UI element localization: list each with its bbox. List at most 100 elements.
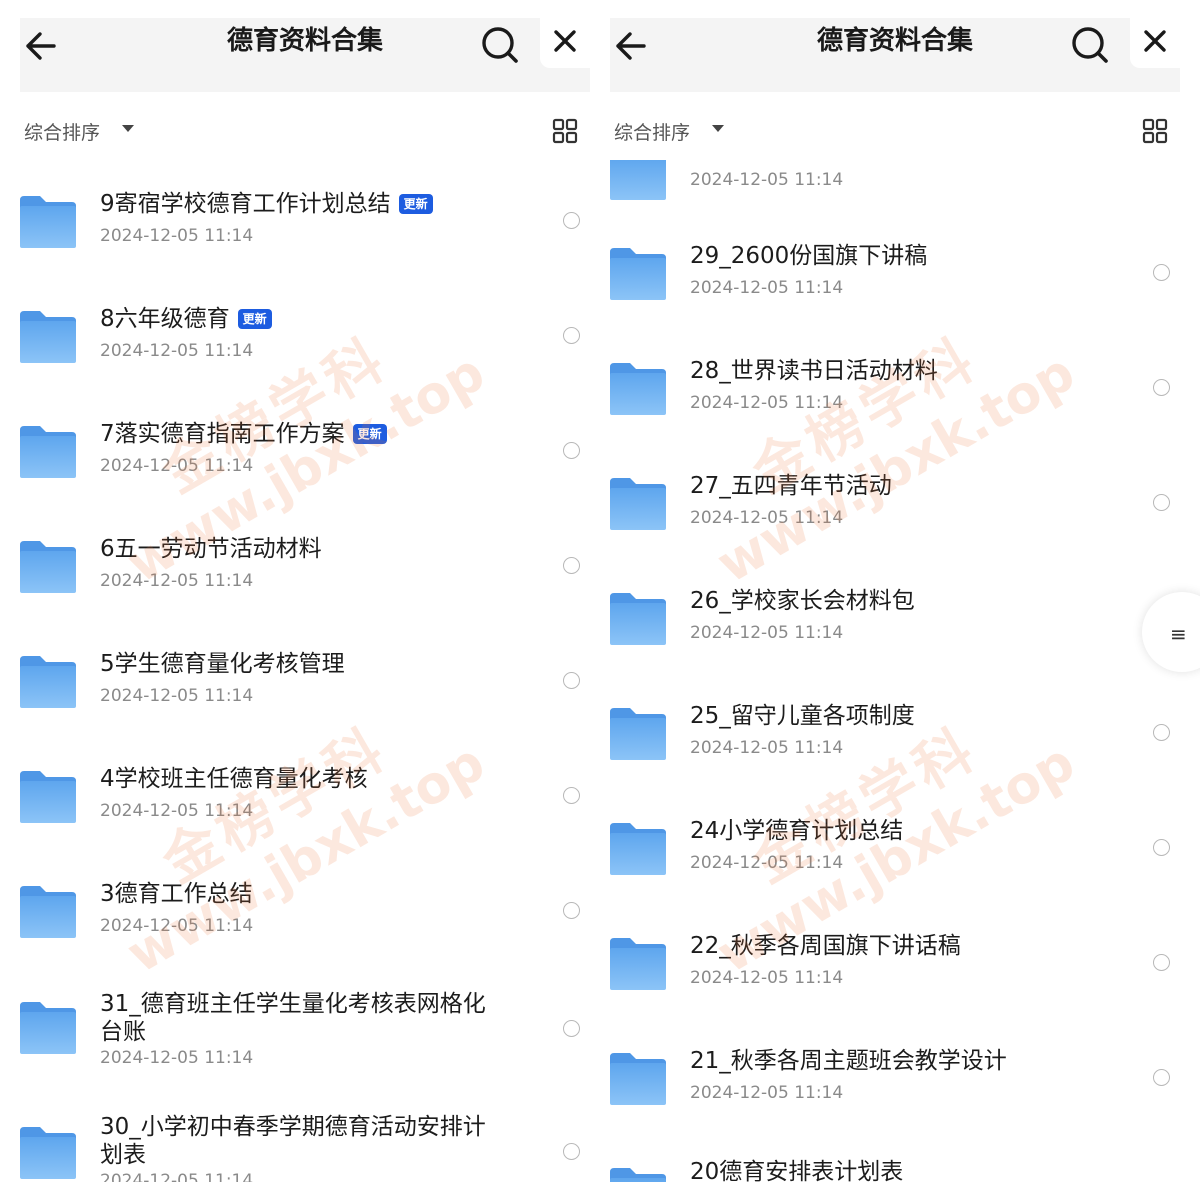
file-name-text: 4学校班主任德育量化考核 [100, 766, 368, 792]
list-item[interactable]: 29_2600份国旗下讲稿 2024-12-05 11:14 [590, 242, 1180, 342]
file-date: 2024-12-05 11:14 [690, 278, 844, 298]
select-radio[interactable] [563, 787, 580, 804]
file-name: 27_五四青年节活动 [690, 472, 1080, 500]
file-name-text: 27_五四青年节活动 [690, 473, 892, 499]
select-radio[interactable] [1153, 264, 1170, 281]
sort-dropdown[interactable]: 综合排序 [614, 118, 690, 145]
file-name-text: 28_世界读书日活动材料 [690, 358, 938, 384]
select-radio[interactable] [1153, 839, 1170, 856]
folder-icon [20, 656, 76, 708]
top-bar: 德育资料合集 [20, 18, 590, 92]
list-item[interactable]: 3德育工作总结 2024-12-05 11:14 [0, 880, 590, 980]
file-list: 9寄宿学校德育工作计划总结 更新 2024-12-05 11:14 8六年级德育 更新 2… [0, 160, 590, 1182]
list-item[interactable]: 28_世界读书日活动材料 2024-12-05 11:14 [590, 357, 1180, 457]
folder-icon [20, 311, 76, 363]
close-button[interactable] [540, 18, 590, 68]
list-item[interactable]: 7落实德育指南工作方案 更新 2024-12-05 11:14 [0, 420, 590, 520]
grid-view-icon[interactable] [552, 118, 578, 144]
list-item[interactable]: 24小学德育计划总结 2024-12-05 11:14 [590, 817, 1180, 917]
list-item[interactable]: 5学生德育量化考核管理 2024-12-05 11:14 [0, 650, 590, 750]
list-item[interactable]: 30_小学初中春季学期德育活动安排计划表 2024-12-05 11:14 [0, 1113, 590, 1182]
select-radio[interactable] [1153, 379, 1170, 396]
file-name-text: 3德育工作总结 [100, 881, 253, 907]
list-menu-icon: ≡ [1170, 622, 1187, 646]
select-radio[interactable] [563, 557, 580, 574]
select-radio[interactable] [563, 902, 580, 919]
list-item[interactable]: 21_秋季各周主题班会教学设计 2024-12-05 11:14 [590, 1047, 1180, 1147]
file-name: 30_小学初中春季学期德育活动安排计划表 [100, 1113, 490, 1169]
search-icon[interactable] [1068, 22, 1112, 66]
list-item[interactable]: 2024-12-05 11:14 [590, 160, 1180, 200]
file-name: 25_留守儿童各项制度 [690, 702, 1080, 730]
select-radio[interactable] [563, 212, 580, 229]
folder-icon [610, 248, 666, 300]
caret-down-icon[interactable] [122, 125, 134, 132]
list-item[interactable]: 26_学校家长会材料包 2024-12-05 11:14 [590, 587, 1180, 687]
sort-dropdown[interactable]: 综合排序 [24, 118, 100, 145]
list-item[interactable]: 27_五四青年节活动 2024-12-05 11:14 [590, 472, 1180, 572]
right-panel: 德育资料合集 综合排序 2024-12-05 11:14 29_2600份国旗下讲… [590, 0, 1180, 1200]
file-name-text: 25_留守儿童各项制度 [690, 703, 915, 729]
select-radio[interactable] [563, 327, 580, 344]
caret-down-icon[interactable] [712, 125, 724, 132]
file-name: 31_德育班主任学生量化考核表网格化台账 [100, 990, 490, 1046]
file-name: 20德育安排表计划表 [690, 1158, 1080, 1182]
file-date: 2024-12-05 11:14 [100, 686, 254, 706]
file-date: 2024-12-05 11:14 [100, 571, 254, 591]
select-radio[interactable] [563, 1143, 580, 1160]
close-icon[interactable] [552, 28, 578, 54]
list-item[interactable]: 8六年级德育 更新 2024-12-05 11:14 [0, 305, 590, 405]
file-name-text: 7落实德育指南工作方案 [100, 421, 345, 447]
top-bar: 德育资料合集 [610, 18, 1180, 92]
file-date: 2024-12-05 11:14 [100, 226, 254, 246]
file-name-text: 20德育安排表计划表 [690, 1159, 904, 1182]
file-name-text: 22_秋季各周国旗下讲话稿 [690, 933, 961, 959]
file-date: 2024-12-05 11:14 [690, 853, 844, 873]
select-radio[interactable] [1153, 724, 1170, 741]
folder-icon [610, 1168, 666, 1182]
left-panel: 德育资料合集 综合排序 9寄宿学校德育工作计划总结 更新 2024-12-05 11… [0, 0, 590, 1200]
file-name-text: 26_学校家长会材料包 [690, 588, 915, 614]
select-radio[interactable] [563, 672, 580, 689]
file-date: 2024-12-05 11:14 [690, 968, 844, 988]
file-date: 2024-12-05 11:14 [690, 1083, 844, 1103]
select-radio[interactable] [1153, 494, 1170, 511]
file-name: 5学生德育量化考核管理 [100, 650, 490, 678]
file-name-text: 24小学德育计划总结 [690, 818, 904, 844]
file-name-text: 9寄宿学校德育工作计划总结 [100, 191, 391, 217]
file-name: 24小学德育计划总结 [690, 817, 1080, 845]
select-radio[interactable] [1153, 954, 1170, 971]
list-item[interactable]: 25_留守儿童各项制度 2024-12-05 11:14 [590, 702, 1180, 802]
folder-icon [610, 478, 666, 530]
list-item[interactable]: 4学校班主任德育量化考核 2024-12-05 11:14 [0, 765, 590, 865]
list-item[interactable]: 9寄宿学校德育工作计划总结 更新 2024-12-05 11:14 [0, 190, 590, 290]
list-item[interactable]: 20德育安排表计划表 [590, 1158, 1180, 1182]
file-date: 2024-12-05 11:14 [690, 623, 844, 643]
file-date: 2024-12-05 11:14 [100, 916, 254, 936]
update-badge: 更新 [352, 424, 387, 444]
folder-icon [20, 196, 76, 248]
file-name-text: 6五一劳动节活动材料 [100, 536, 322, 562]
file-name-text: 30_小学初中春季学期德育活动安排计划表 [100, 1114, 486, 1168]
select-radio[interactable] [563, 1020, 580, 1037]
file-name-text: 5学生德育量化考核管理 [100, 651, 345, 677]
folder-icon [20, 426, 76, 478]
folder-icon [610, 1053, 666, 1105]
list-item[interactable]: 22_秋季各周国旗下讲话稿 2024-12-05 11:14 [590, 932, 1180, 1032]
close-icon[interactable] [1142, 28, 1168, 54]
close-button[interactable] [1130, 18, 1180, 68]
file-name-text: 29_2600份国旗下讲稿 [690, 243, 928, 269]
folder-icon [20, 1002, 76, 1054]
file-name: 7落实德育指南工作方案 更新 [100, 420, 490, 448]
select-radio[interactable] [563, 442, 580, 459]
select-radio[interactable] [1153, 1069, 1170, 1086]
grid-view-icon[interactable] [1142, 118, 1168, 144]
file-date: 2024-12-05 11:14 [100, 1171, 254, 1182]
file-date: 2024-12-05 11:14 [100, 801, 254, 821]
file-name: 29_2600份国旗下讲稿 [690, 242, 1080, 270]
list-item[interactable]: 6五一劳动节活动材料 2024-12-05 11:14 [0, 535, 590, 635]
list-item[interactable]: 31_德育班主任学生量化考核表网格化台账 2024-12-05 11:14 [0, 990, 590, 1090]
file-date: 2024-12-05 11:14 [690, 393, 844, 413]
folder-icon [20, 541, 76, 593]
search-icon[interactable] [478, 22, 522, 66]
